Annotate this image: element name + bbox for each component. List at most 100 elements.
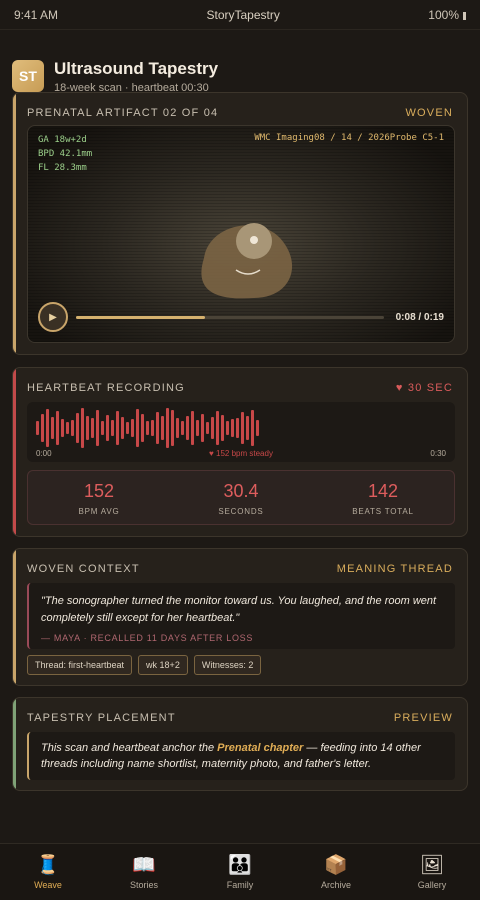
box-icon: 📦	[324, 854, 348, 876]
waveform-bar	[91, 418, 94, 438]
waveform-bar	[186, 416, 189, 440]
meaning-thread-badge: MEANING THREAD	[336, 563, 453, 575]
thread-chips: Thread: first-heartbeat wk 18+2 Witnesse…	[27, 655, 267, 675]
waveform-bar	[36, 421, 39, 435]
waveform-bar	[156, 412, 159, 444]
waveform-bar	[51, 417, 54, 439]
waveform-bpm-note: ♥ 152 bpm steady	[209, 449, 273, 458]
nav-label: Gallery	[417, 879, 447, 890]
nav-weave[interactable]: 🧵 Weave	[0, 844, 96, 900]
prenatal-chapter-link[interactable]: Prenatal chapter	[217, 742, 303, 754]
scan-measurements: GA 18w+2d BPD 42.1mm FL 28.3mm	[38, 133, 92, 175]
scan-ga: GA 18w+2d	[38, 135, 87, 145]
nav-label: Stories	[129, 879, 158, 890]
heartbeat-label: HEARTBEAT RECORDING	[27, 382, 185, 394]
woven-badge: WOVEN	[405, 107, 453, 119]
app-logo[interactable]: ST	[12, 60, 44, 92]
heartbeat-card: HEARTBEAT RECORDING ♥ 30 SEC 0:00 ♥ 152 …	[12, 367, 468, 537]
chip-witnesses[interactable]: Witnesses: 2	[193, 655, 262, 675]
waveform-bar	[101, 421, 104, 435]
waveform-bar	[211, 417, 214, 439]
bottom-nav: 🧵 Weave 📖 Stories 👪 Family 📦 Archive 🖼 G…	[0, 843, 480, 900]
waveform-bar	[206, 422, 209, 434]
playback-progress-fill	[76, 315, 206, 319]
nav-family[interactable]: 👪 Family	[192, 844, 288, 900]
context-card: WOVEN CONTEXT MEANING THREAD "The sonogr…	[12, 548, 468, 686]
waveform-bar	[116, 411, 119, 445]
waveform-bar	[196, 420, 199, 436]
placement-label: TAPESTRY PLACEMENT	[27, 712, 176, 724]
waveform-bar	[226, 421, 229, 435]
waveform-bar	[111, 420, 114, 436]
stat-value: 152	[83, 481, 115, 501]
waveform-bar	[56, 411, 59, 445]
stat-label: BEATS TOTAL	[352, 507, 414, 516]
stat-label: SECONDS	[218, 507, 264, 516]
placement-card: TAPESTRY PLACEMENT PREVIEW This scan and…	[12, 697, 468, 791]
artifact-card-header: PRENATAL ARTIFACT 02 OF 04 WOVEN	[13, 93, 467, 121]
artifact-card: PRENATAL ARTIFACT 02 OF 04 WOVEN GA 18w+…	[12, 92, 468, 355]
waveform-start: 0:00	[36, 449, 52, 458]
chip-thread[interactable]: Thread: first-heartbeat	[27, 655, 133, 675]
waveform-bar	[106, 415, 109, 441]
waveform-bar	[146, 421, 149, 435]
waveform-bar	[201, 414, 204, 442]
waveform-bar	[131, 419, 134, 437]
status-time: 9:41 AM	[14, 7, 59, 22]
status-battery: 100%	[428, 8, 466, 22]
media-player: ▶ 0:08 / 0:19	[38, 302, 444, 332]
waveform-bar	[171, 410, 174, 446]
family-icon: 👪	[228, 854, 252, 876]
waveform-bar	[121, 417, 124, 439]
stat-value: 142	[367, 481, 399, 501]
waveform-bar	[241, 412, 244, 444]
waveform-bar	[251, 410, 254, 446]
waveform-bar	[166, 408, 169, 448]
waveform-end: 0:30	[430, 449, 446, 458]
waveform-bar	[46, 409, 49, 447]
waveform-caption: 0:00 ♥ 152 bpm steady 0:30	[36, 449, 446, 458]
heartbeat-waveform[interactable]: 0:00 ♥ 152 bpm steady 0:30	[27, 402, 455, 462]
picture-icon: 🖼	[419, 854, 445, 876]
stat-seconds: 30.4 SECONDS	[170, 471, 312, 524]
waveform-bar	[136, 409, 139, 447]
nav-archive[interactable]: 📦 Archive	[288, 844, 384, 900]
stat-bpm: 152 BPM AVG	[28, 471, 170, 524]
quote-attribution: — MAYA · RECALLED 11 DAYS AFTER LOSS	[41, 633, 254, 643]
waveform-bar	[86, 416, 89, 440]
waveform-bar	[81, 408, 84, 448]
nav-label: Family	[226, 879, 254, 890]
scan-bpd: BPD 42.1mm	[38, 149, 93, 159]
battery-icon	[463, 11, 466, 20]
waveform-bar	[66, 422, 69, 434]
page-title: Ultrasound Tapestry	[54, 58, 219, 78]
stat-label: BPM AVG	[78, 507, 120, 516]
spool-icon: 🧵	[36, 854, 60, 876]
chip-week[interactable]: wk 18+2	[138, 655, 188, 675]
waveform-bar	[96, 410, 99, 446]
waveform-bar	[246, 416, 249, 440]
waveform-bar	[141, 414, 144, 442]
waveform-bar	[41, 414, 44, 442]
ultrasound-viewer[interactable]: GA 18w+2d BPD 42.1mm FL 28.3mm WMC Imagi…	[27, 125, 455, 343]
nav-label: Archive	[320, 879, 351, 890]
stat-value: 30.4	[223, 481, 259, 501]
waveform-bar	[176, 418, 179, 438]
status-bar: 9:41 AM StoryTapestry 100%	[0, 0, 480, 30]
nav-stories[interactable]: 📖 Stories	[96, 844, 192, 900]
preview-badge: PREVIEW	[393, 712, 453, 724]
play-button[interactable]: ▶	[38, 302, 68, 332]
waveform-bar	[161, 416, 164, 440]
playback-time: 0:08 / 0:19	[395, 311, 444, 323]
waveform-bar	[231, 419, 234, 437]
play-icon: ▶	[49, 311, 57, 323]
memory-quote: "The sonographer turned the monitor towa…	[27, 583, 455, 649]
waveform-bar	[181, 421, 184, 435]
nav-gallery[interactable]: 🖼 Gallery	[384, 844, 480, 900]
waveform-bar	[126, 422, 129, 434]
waveform-bar	[236, 418, 239, 438]
heartbeat-duration-badge: ♥ 30 SEC	[395, 382, 453, 394]
playback-progress[interactable]	[76, 315, 384, 319]
scan-fl: FL 28.3mm	[38, 163, 87, 173]
placement-text-before: This scan and heartbeat anchor the	[41, 742, 218, 754]
